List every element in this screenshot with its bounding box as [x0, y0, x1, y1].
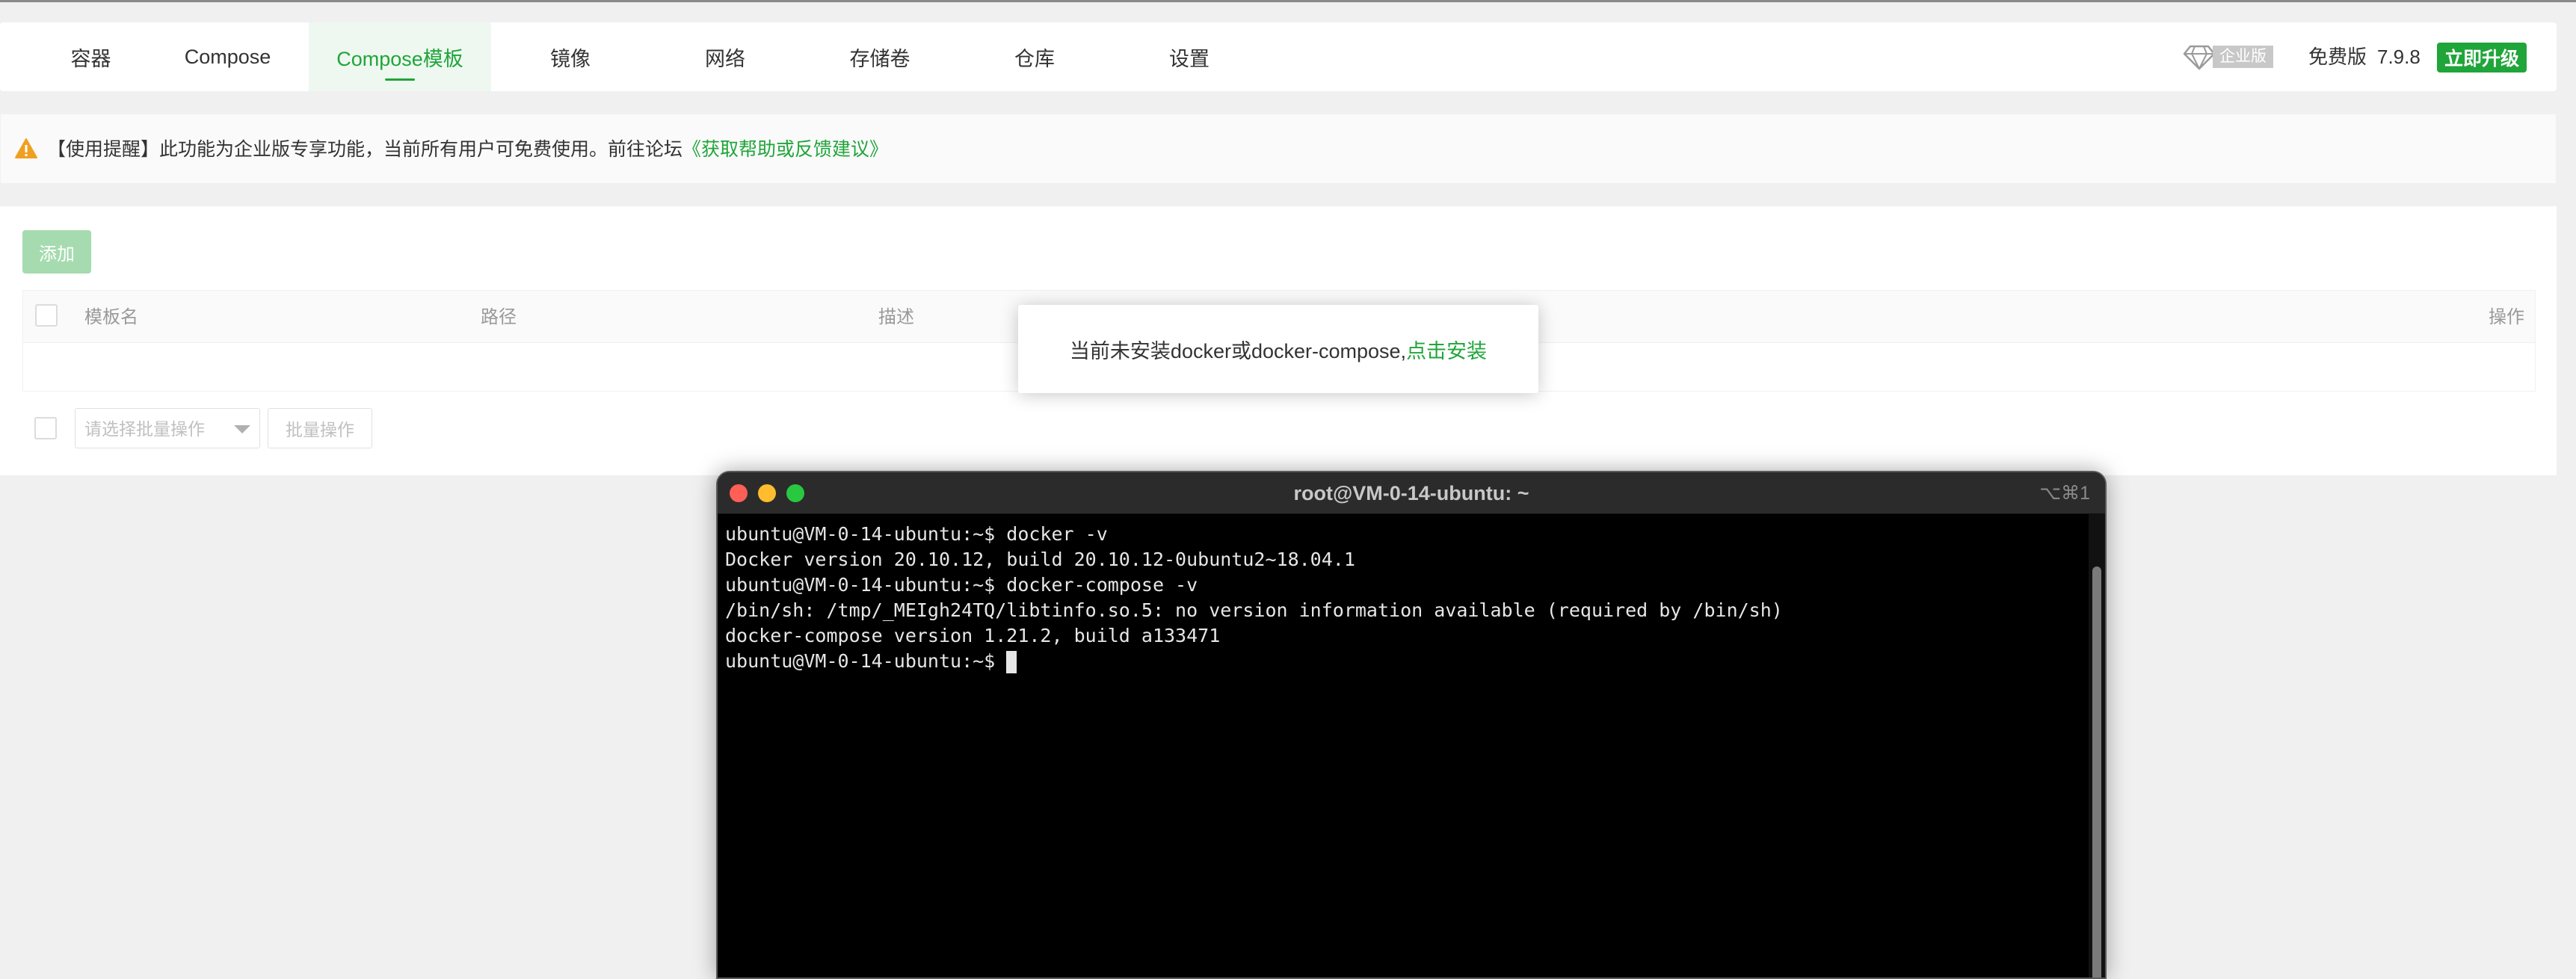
top-border	[0, 0, 2576, 2]
terminal-line: /bin/sh: /tmp/_MEIgh24TQ/libtinfo.so.5: …	[725, 599, 1783, 621]
notice-text: 【使用提醒】此功能为企业版专享功能，当前所有用户可免费使用。前往论坛《获取帮助或…	[47, 139, 889, 160]
usage-notice: 【使用提醒】此功能为企业版专享功能，当前所有用户可免费使用。前往论坛《获取帮助或…	[0, 114, 2557, 184]
terminal-line: ubuntu@VM-0-14-ubuntu:~$ docker-compose …	[725, 574, 1198, 596]
terminal-scrollbar[interactable]	[2089, 514, 2105, 978]
terminal-line: ubuntu@VM-0-14-ubuntu:~$ docker -v	[725, 523, 1108, 545]
batch-action-button[interactable]: 批量操作	[268, 408, 372, 448]
batch-action-select[interactable]: 请选择批量操作	[75, 408, 260, 448]
terminal-cursor	[1006, 651, 1017, 673]
enterprise-label: 企业版	[2213, 46, 2273, 68]
terminal-prompt-line: ubuntu@VM-0-14-ubuntu:~$	[725, 649, 1783, 674]
popup-message: 当前未安装docker或docker-compose,	[1069, 339, 1407, 362]
tab-settings[interactable]: 设置	[1098, 22, 1281, 91]
tab-bar: 容器 Compose Compose模板 镜像 网络 存储卷 仓库 设置 企业版…	[0, 22, 2557, 91]
enterprise-badge[interactable]: 企业版	[2183, 43, 2278, 70]
scrollbar-thumb[interactable]	[2092, 566, 2101, 978]
active-tab-indicator	[385, 78, 415, 81]
select-all-checkbox[interactable]	[35, 304, 58, 327]
warning-icon	[15, 138, 37, 158]
terminal-line: docker-compose version 1.21.2, build a13…	[725, 625, 1221, 646]
install-link[interactable]: 点击安装	[1406, 335, 1487, 364]
column-actions: 操作	[2489, 307, 2524, 327]
column-template-name: 模板名	[84, 307, 138, 327]
add-button[interactable]: 添加	[22, 230, 91, 274]
terminal-title: root@VM-0-14-ubuntu: ~	[1293, 482, 1529, 504]
tab-compose-template[interactable]: Compose模板	[309, 22, 491, 91]
batch-select-checkbox[interactable]	[34, 417, 57, 439]
terminal-line: Docker version 20.10.12, build 20.10.12-…	[725, 549, 1355, 570]
chevron-down-icon	[234, 425, 250, 433]
forum-help-link[interactable]: 《获取帮助或反馈建议》	[682, 139, 888, 160]
version-number: 7.9.8	[2377, 46, 2421, 68]
tab-compose[interactable]: Compose	[137, 22, 318, 91]
terminal-shortcut: ⌥⌘1	[2039, 483, 2090, 504]
docker-not-installed-popup: 当前未安装docker或docker-compose, 点击安装	[1018, 305, 1538, 393]
batch-select-placeholder: 请选择批量操作	[84, 419, 205, 439]
terminal-titlebar[interactable]: root@VM-0-14-ubuntu: ~ ⌥⌘1	[718, 472, 2105, 514]
terminal-window[interactable]: root@VM-0-14-ubuntu: ~ ⌥⌘1 ubuntu@VM-0-1…	[716, 471, 2107, 979]
terminal-output[interactable]: ubuntu@VM-0-14-ubuntu:~$ docker -v Docker…	[725, 522, 1783, 674]
upgrade-button[interactable]: 立即升级	[2437, 43, 2527, 72]
column-path: 路径	[481, 307, 517, 327]
diamond-icon	[2183, 45, 2216, 70]
free-edition-label: 免费版	[2308, 46, 2367, 68]
column-description: 描述	[878, 307, 914, 327]
